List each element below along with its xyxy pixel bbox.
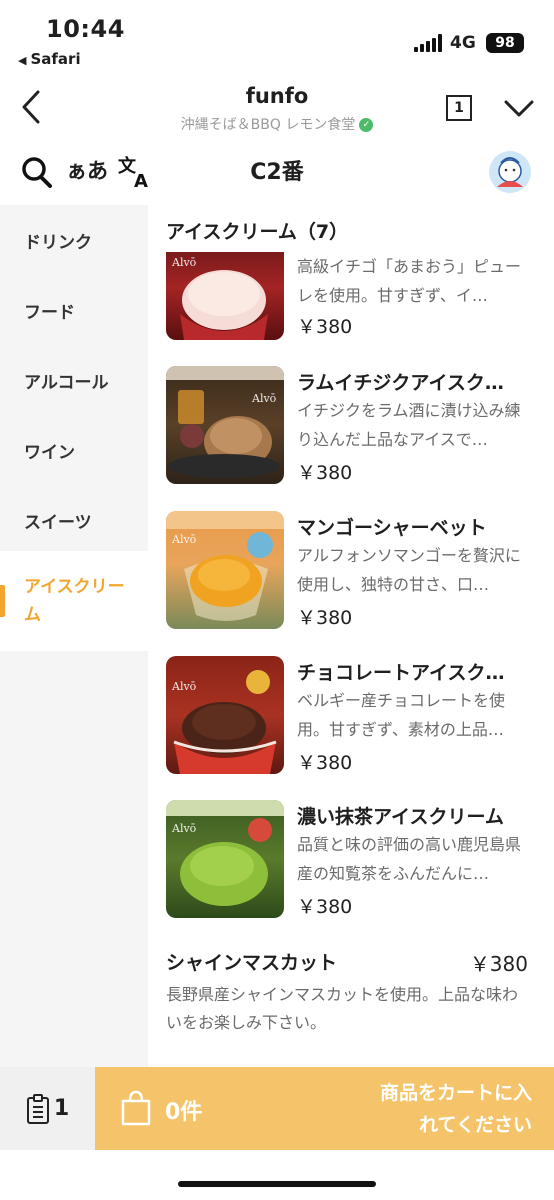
item-price: ￥380 bbox=[297, 462, 353, 484]
signal-icon bbox=[414, 34, 442, 52]
avatar[interactable] bbox=[489, 151, 531, 193]
menu-item-no-image[interactable]: シャインマスカット ￥380 長野県産シャインマスカットを使用。上品な味わいをお… bbox=[166, 948, 532, 1037]
item-price: ￥380 bbox=[297, 316, 353, 338]
menu-item[interactable]: Alvō 濃い抹茶アイスクリーム 品質と味の評価の高い鹿児島県産の知覧茶をふんだ… bbox=[166, 800, 536, 920]
clipboard-icon bbox=[26, 1093, 49, 1124]
back-app-label: Safari bbox=[30, 50, 81, 68]
item-name: マンゴーシャーベット bbox=[297, 517, 487, 539]
sidebar-item-wine[interactable]: ワイン bbox=[0, 415, 148, 485]
mango-sherbet-image: Alvō bbox=[166, 511, 284, 629]
category-sidebar: ドリンク フード アルコール ワイン スイーツ アイスクリー ム bbox=[0, 205, 148, 1067]
menu-item[interactable]: Alvō チョコレートアイスク… ベルギー産チョコレートを使用。甘すぎず、素材の… bbox=[166, 656, 536, 776]
item-description: ベルギー産チョコレートを使用。甘すぎず、素材の上品… bbox=[297, 691, 506, 739]
sidebar-item-sweets[interactable]: スイーツ bbox=[0, 485, 148, 555]
menu-item[interactable]: Alvō 高級イチゴ「あまおう」ピューレを使用。甘すぎず、イ… ￥380 bbox=[166, 252, 536, 342]
item-description: 長野県産シャインマスカットを使用。上品な味わいをお楽しみ下さい。 bbox=[166, 985, 519, 1032]
chocolate-ice-cream-image: Alvō bbox=[166, 656, 284, 774]
item-name: ラムイチジクアイスク… bbox=[297, 372, 504, 394]
item-description: 高級イチゴ「あまおう」ピューレを使用。甘すぎず、イ… bbox=[297, 257, 522, 305]
sidebar-item-label: ドリンク bbox=[24, 232, 92, 253]
item-description: イチジクをラム酒に漬け込み練り込んだ上品なアイスで… bbox=[297, 401, 521, 449]
restaurant-name-label: 沖縄そば＆BBQ レモン食堂 bbox=[180, 117, 356, 133]
shopping-bag-icon bbox=[121, 1090, 151, 1126]
item-description: アルフォンソマンゴーを贅沢に使用し、独特の甘さ、口… bbox=[297, 546, 521, 594]
chevron-down-icon[interactable] bbox=[502, 94, 536, 122]
network-label: 4G bbox=[450, 33, 476, 53]
menu-item[interactable]: Alvō マンゴーシャーベット アルフォンソマンゴーを贅沢に使用し、独特の甘さ、… bbox=[166, 511, 536, 631]
menu-item[interactable]: Alvō ラムイチジクアイスク… イチジクをラム酒に漬け込み練り込んだ上品なアイ… bbox=[166, 366, 536, 486]
sidebar-item-food[interactable]: フード bbox=[0, 275, 148, 345]
active-indicator bbox=[0, 585, 5, 617]
item-price: ￥380 bbox=[297, 607, 353, 629]
rum-fig-ice-cream-image: Alvō bbox=[166, 366, 284, 484]
sidebar-item-ice-cream[interactable]: アイスクリー ム bbox=[0, 551, 148, 651]
verified-badge-icon: ✓ bbox=[359, 118, 374, 132]
item-price: ￥380 bbox=[297, 752, 353, 774]
back-triangle-icon: ◀ bbox=[18, 54, 27, 67]
order-count: 1 bbox=[53, 1096, 70, 1121]
mascot-avatar-icon bbox=[497, 157, 523, 187]
sidebar-item-label: フード bbox=[24, 302, 75, 323]
cart-count: 0件 bbox=[165, 1100, 203, 1125]
sidebar-item-label: スイーツ bbox=[24, 512, 92, 533]
clock: 10:44 bbox=[46, 15, 125, 43]
back-to-app-link[interactable]: ◀ Safari bbox=[18, 50, 81, 68]
item-description: 品質と味の評価の高い鹿児島県産の知覧茶をふんだんに… bbox=[297, 835, 522, 883]
item-price: ￥380 bbox=[297, 896, 353, 918]
cart-message: 商品をカートに入れてください bbox=[379, 1082, 532, 1136]
tab-count-button[interactable]: 1 bbox=[446, 95, 472, 121]
section-title: アイスクリーム（7） bbox=[166, 221, 349, 243]
item-price: ￥380 bbox=[469, 952, 528, 976]
cart-button[interactable]: 0件 商品をカートに入れてください bbox=[95, 1067, 554, 1150]
sidebar-item-label: アイスクリー ム bbox=[24, 577, 125, 625]
sidebar-item-drink[interactable]: ドリンク bbox=[0, 205, 148, 275]
matcha-ice-cream-image: Alvō bbox=[166, 800, 284, 918]
sidebar-item-label: アルコール bbox=[24, 372, 109, 393]
battery-icon: 98 bbox=[486, 33, 524, 53]
order-history-button[interactable]: 1 bbox=[0, 1067, 95, 1150]
home-indicator[interactable] bbox=[178, 1181, 376, 1187]
item-name: 濃い抹茶アイスクリーム bbox=[297, 806, 504, 828]
item-name: チョコレートアイスク… bbox=[297, 662, 505, 684]
status-bar: 10:44 ◀ Safari 4G 98 bbox=[0, 0, 554, 76]
table-number: C2番 bbox=[250, 160, 304, 185]
sidebar-item-label: ワイン bbox=[24, 442, 75, 463]
strawberry-ice-cream-image: Alvō bbox=[166, 252, 284, 340]
sidebar-item-alcohol[interactable]: アルコール bbox=[0, 345, 148, 415]
